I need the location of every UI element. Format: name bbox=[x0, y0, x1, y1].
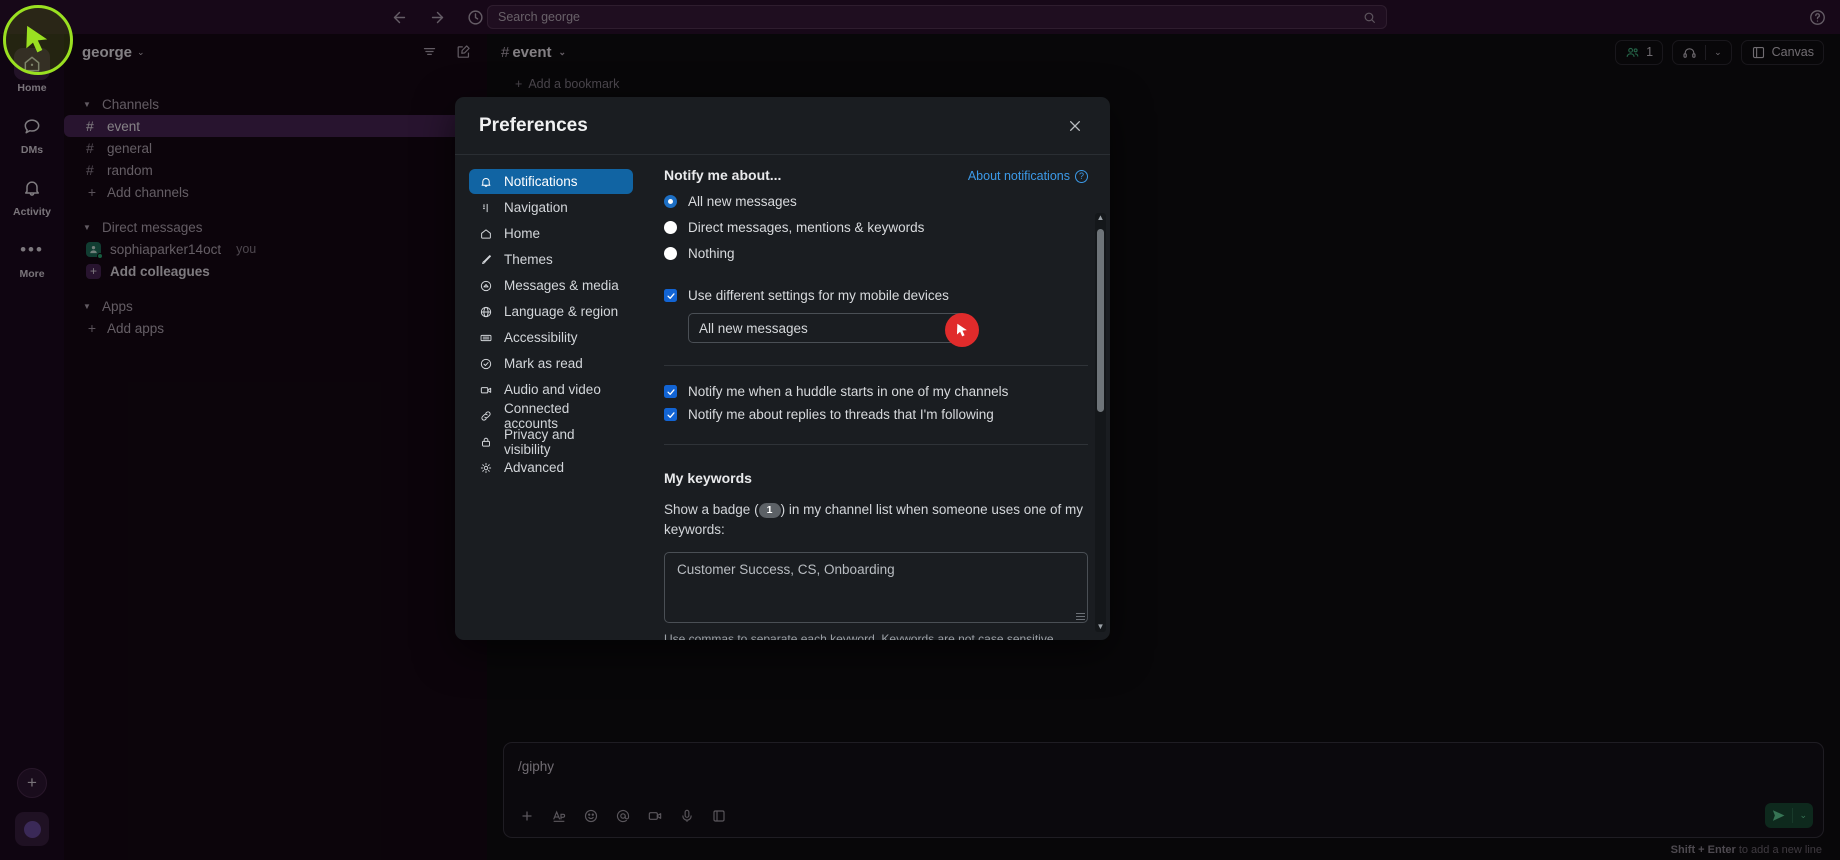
dialog-header: Preferences bbox=[455, 97, 1110, 155]
pref-item-label: Navigation bbox=[504, 200, 568, 215]
pref-item-messages-media[interactable]: Messages & media bbox=[469, 273, 633, 298]
keywords-input[interactable]: Customer Success, CS, Onboarding bbox=[664, 552, 1088, 624]
scroll-down-arrow[interactable]: ▼ bbox=[1097, 622, 1105, 632]
pref-item-label: Language & region bbox=[504, 304, 619, 319]
checkbox-thread-replies[interactable]: Notify me about replies to threads that … bbox=[664, 407, 1088, 422]
globe-icon bbox=[480, 306, 492, 317]
radio-label: Direct messages, mentions & keywords bbox=[688, 220, 925, 235]
message-icon bbox=[480, 280, 492, 291]
pref-item-navigation[interactable]: Navigation bbox=[469, 195, 633, 220]
checkbox-indicator bbox=[664, 408, 677, 421]
scrollbar[interactable]: ▲ ▼ bbox=[1095, 213, 1106, 632]
check-circle-icon bbox=[480, 358, 492, 369]
keywords-desc-before: Show a badge ( bbox=[664, 502, 759, 517]
radio-label: All new messages bbox=[688, 194, 797, 209]
pref-item-language-region[interactable]: Language & region bbox=[469, 299, 633, 324]
pref-item-privacy-and-visibility[interactable]: Privacy and visibility bbox=[469, 426, 633, 457]
keywords-section-title: My keywords bbox=[664, 470, 752, 486]
navigation-icon bbox=[483, 203, 488, 212]
about-notifications-link[interactable]: About notifications ? bbox=[968, 169, 1088, 183]
pref-item-mark-as-read[interactable]: Mark as read bbox=[469, 351, 633, 376]
checkbox-indicator bbox=[664, 289, 677, 302]
accessibility-icon bbox=[480, 334, 492, 341]
bell-icon bbox=[481, 177, 491, 187]
radio-all-new-messages[interactable]: All new messages bbox=[664, 194, 1088, 209]
pref-item-label: Privacy and visibility bbox=[504, 426, 575, 457]
radio-direct-messages-mentions-keywords[interactable]: Direct messages, mentions & keywords bbox=[664, 220, 1088, 235]
notification-checkbox-group: Notify me when a huddle starts in one of… bbox=[664, 384, 1088, 422]
link-icon bbox=[481, 410, 491, 421]
lock-icon bbox=[482, 437, 490, 447]
about-notifications-label: About notifications bbox=[967, 169, 1070, 183]
pref-item-label: Advanced bbox=[504, 460, 565, 475]
resize-handle-icon[interactable] bbox=[1076, 611, 1085, 621]
video-icon bbox=[480, 386, 492, 393]
scroll-up-arrow[interactable]: ▲ bbox=[1097, 213, 1105, 223]
page-title: Preferences bbox=[479, 114, 588, 136]
dialog-body: Notifications Navigation Home Themes Mes… bbox=[455, 155, 1110, 640]
preferences-nav: Notifications Navigation Home Themes Mes… bbox=[455, 155, 641, 640]
chevron-down-icon: ⌄ bbox=[945, 322, 954, 334]
radio-indicator bbox=[664, 195, 677, 208]
section-title: Notify me about... bbox=[664, 167, 782, 183]
pref-item-label: Audio and video bbox=[504, 382, 601, 397]
scrollbar-rail[interactable] bbox=[1095, 223, 1106, 622]
checkbox-label: Use different settings for my mobile dev… bbox=[688, 288, 949, 303]
keywords-value: Customer Success, CS, Onboarding bbox=[677, 562, 895, 578]
checkbox-indicator bbox=[664, 385, 677, 398]
notify-header: Notify me about... About notifications ? bbox=[664, 167, 1088, 183]
scrollbar-thumb[interactable] bbox=[1097, 229, 1104, 412]
notifications-panel: Notify me about... About notifications ?… bbox=[641, 155, 1110, 640]
pref-item-label: Accessibility bbox=[504, 330, 578, 345]
pref-item-notifications[interactable]: Notifications bbox=[469, 169, 633, 194]
checkbox-label: Notify me when a huddle starts in one of… bbox=[688, 384, 1009, 399]
pref-item-label: Mark as read bbox=[504, 356, 583, 371]
keywords-description: Show a badge (1) in my channel list when… bbox=[664, 500, 1088, 539]
pref-item-connected-accounts[interactable]: Connected accounts bbox=[469, 401, 633, 431]
mobile-notification-value: All new messages bbox=[699, 320, 808, 336]
pref-item-accessibility[interactable]: Accessibility bbox=[469, 325, 633, 350]
brush-icon bbox=[482, 254, 491, 264]
pref-item-label: Messages & media bbox=[504, 278, 619, 293]
divider bbox=[664, 365, 1088, 366]
divider bbox=[664, 444, 1088, 445]
radio-indicator bbox=[664, 247, 677, 260]
radio-indicator bbox=[664, 221, 677, 234]
close-icon[interactable] bbox=[1062, 113, 1088, 139]
pref-item-home[interactable]: Home bbox=[469, 221, 633, 246]
pref-item-label: Notifications bbox=[504, 174, 578, 189]
pref-item-label: Themes bbox=[504, 252, 553, 267]
checkbox-use-different-mobile-settings[interactable]: Use different settings for my mobile dev… bbox=[664, 288, 1088, 303]
question-circle-icon: ? bbox=[1075, 169, 1088, 183]
home-icon bbox=[481, 228, 491, 239]
mobile-settings-block: Use different settings for my mobile dev… bbox=[664, 288, 1088, 343]
mobile-notification-select[interactable]: All new messages ⌄ bbox=[688, 313, 965, 343]
slack-app-window: Search george Home DMs Activity ••• More… bbox=[0, 0, 1840, 860]
pref-item-advanced[interactable]: Advanced bbox=[469, 455, 633, 480]
gear-icon bbox=[480, 462, 492, 473]
status-badge: 1 bbox=[758, 503, 781, 519]
radio-nothing[interactable]: Nothing bbox=[664, 246, 1088, 261]
checkbox-huddle-notifications[interactable]: Notify me when a huddle starts in one of… bbox=[664, 384, 1088, 399]
keywords-help-text: Use commas to separate each keyword. Key… bbox=[664, 632, 1057, 640]
pref-item-themes[interactable]: Themes bbox=[469, 247, 633, 272]
pref-item-audio-and-video[interactable]: Audio and video bbox=[469, 377, 633, 402]
preferences-dialog: Preferences Notifications Navigation Hom… bbox=[455, 97, 1110, 640]
checkbox-label: Notify me about replies to threads that … bbox=[688, 407, 994, 422]
radio-label: Nothing bbox=[688, 246, 735, 261]
pref-item-label: Home bbox=[504, 226, 541, 241]
